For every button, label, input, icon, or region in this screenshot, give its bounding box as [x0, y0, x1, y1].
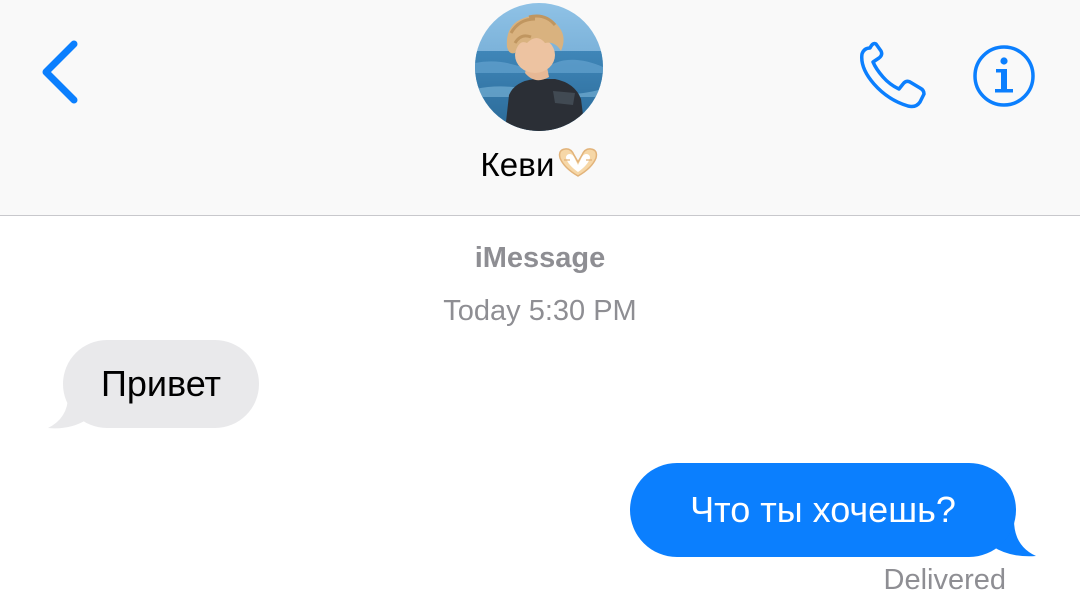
call-button[interactable]	[856, 40, 928, 112]
incoming-message-bubble[interactable]: Привет	[63, 340, 260, 428]
contact-avatar[interactable]	[475, 3, 603, 131]
service-label: iMessage	[474, 242, 606, 274]
heart-hands-icon	[556, 146, 600, 188]
contact-name-label: Кеви	[480, 146, 555, 183]
contact-name[interactable]: Кеви	[0, 146, 1080, 188]
back-button[interactable]	[34, 36, 90, 108]
delivery-status: Delivered	[883, 564, 1007, 596]
info-button[interactable]	[972, 44, 1036, 108]
contact-photo	[475, 3, 603, 131]
outgoing-message-bubble[interactable]: Что ты хочешь?	[630, 463, 1016, 557]
info-icon	[973, 45, 1035, 107]
conversation-header: Кеви	[0, 0, 1080, 216]
chevron-left-icon	[42, 40, 78, 104]
phone-icon	[860, 41, 926, 109]
messages-screen: Кеви iMessage Today 5:30 PM Привет Что т…	[0, 0, 1080, 612]
message-timestamp: Today 5:30 PM	[443, 295, 637, 327]
